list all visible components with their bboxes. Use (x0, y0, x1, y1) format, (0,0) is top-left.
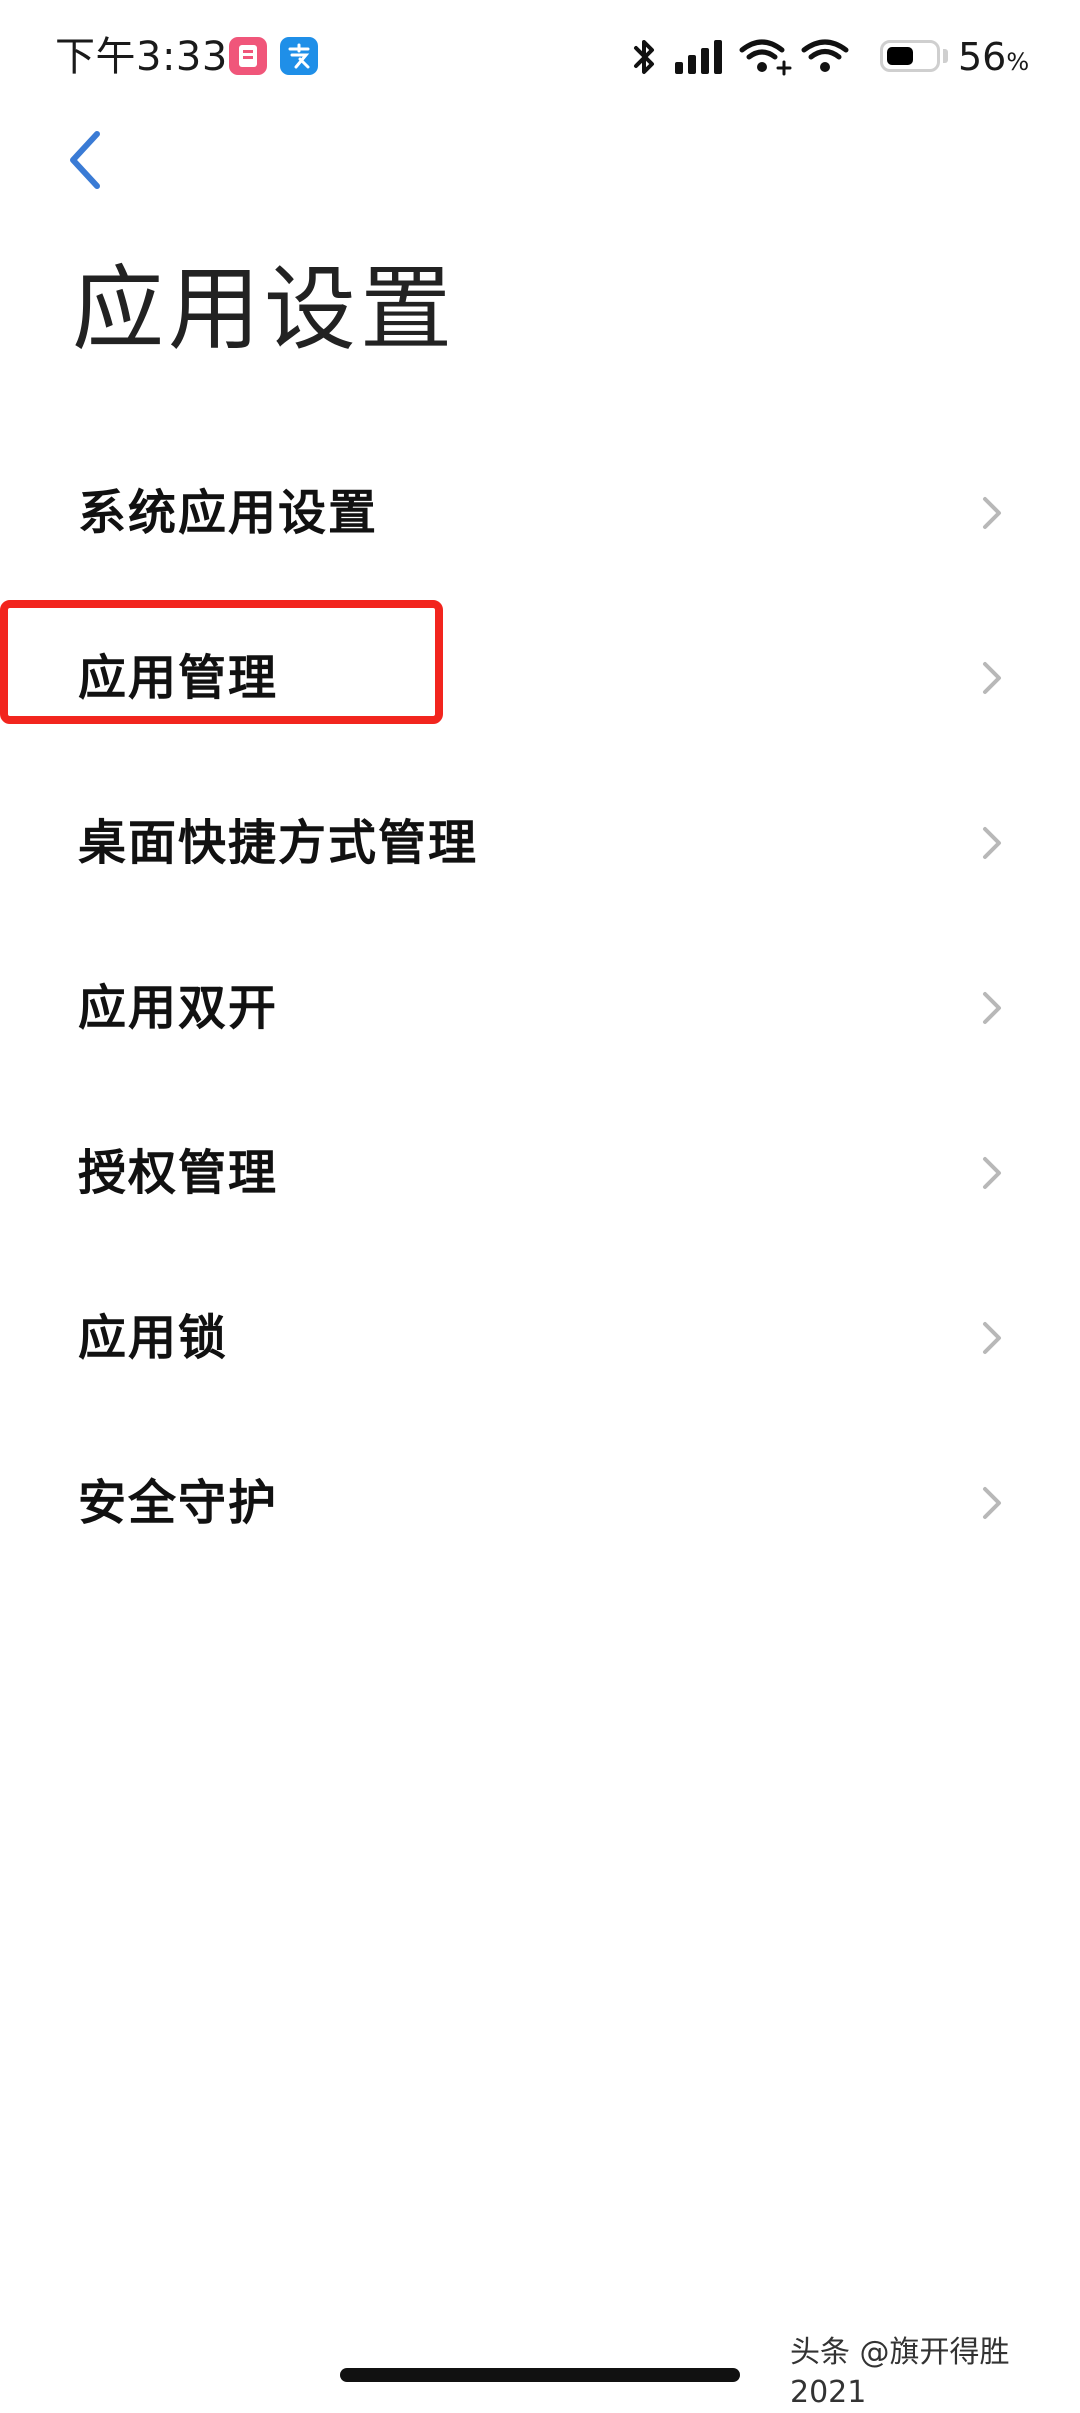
chevron-right-icon (983, 661, 1001, 694)
page-title: 应用设置 (72, 256, 457, 363)
battery-cap (943, 49, 948, 63)
list-item-security-guard[interactable]: 安全守护 (0, 1420, 1080, 1585)
list-item-desktop-shortcut-management[interactable]: 桌面快捷方式管理 (0, 760, 1080, 925)
chevron-left-icon (70, 131, 100, 189)
chevron-right-icon (983, 1486, 1001, 1519)
list-item-label: 应用双开 (78, 979, 279, 1036)
battery-unit: % (1006, 48, 1030, 76)
list-item-label: 应用锁 (78, 1309, 229, 1366)
notes-app-icon (229, 37, 267, 75)
chevron-right-icon (983, 991, 1001, 1024)
list-item-app-lock[interactable]: 应用锁 (0, 1255, 1080, 1420)
list-item-label: 应用管理 (78, 649, 279, 706)
list-item-system-app-settings[interactable]: 系统应用设置 (0, 430, 1080, 595)
watermark-text: 头条 @旗开得胜2021 (790, 2335, 1010, 2410)
back-button[interactable] (55, 120, 115, 200)
wifi-icon (801, 39, 849, 72)
chevron-right-icon (983, 496, 1001, 529)
settings-list: 系统应用设置 应用管理 桌面快捷方式管理 应用双开 授权管理 应用锁 安全守护 (0, 430, 1080, 1585)
bluetooth-icon (634, 40, 654, 74)
chevron-right-icon (983, 1321, 1001, 1354)
status-bar: 下午3:33 56% (0, 0, 1080, 115)
battery-level-value: 56 (958, 35, 1007, 79)
list-item-label: 授权管理 (78, 1144, 279, 1201)
cellular-signal-icon (675, 40, 722, 74)
list-item-label: 桌面快捷方式管理 (78, 814, 479, 871)
alipay-icon (280, 37, 318, 75)
battery-percentage: 56% (958, 35, 1029, 84)
battery-icon (880, 40, 940, 72)
list-item-permission-management[interactable]: 授权管理 (0, 1090, 1080, 1255)
chevron-right-icon (983, 1156, 1001, 1189)
chevron-right-icon (983, 826, 1001, 859)
home-indicator[interactable] (340, 2368, 740, 2382)
list-item-label: 系统应用设置 (78, 484, 379, 541)
list-item-app-management[interactable]: 应用管理 (0, 595, 1080, 760)
status-time: 下午3:33 (55, 34, 228, 80)
wifi-plus-icon (739, 39, 792, 76)
list-item-dual-apps[interactable]: 应用双开 (0, 925, 1080, 1090)
battery-level-fill (887, 47, 913, 65)
list-item-label: 安全守护 (78, 1474, 279, 1531)
